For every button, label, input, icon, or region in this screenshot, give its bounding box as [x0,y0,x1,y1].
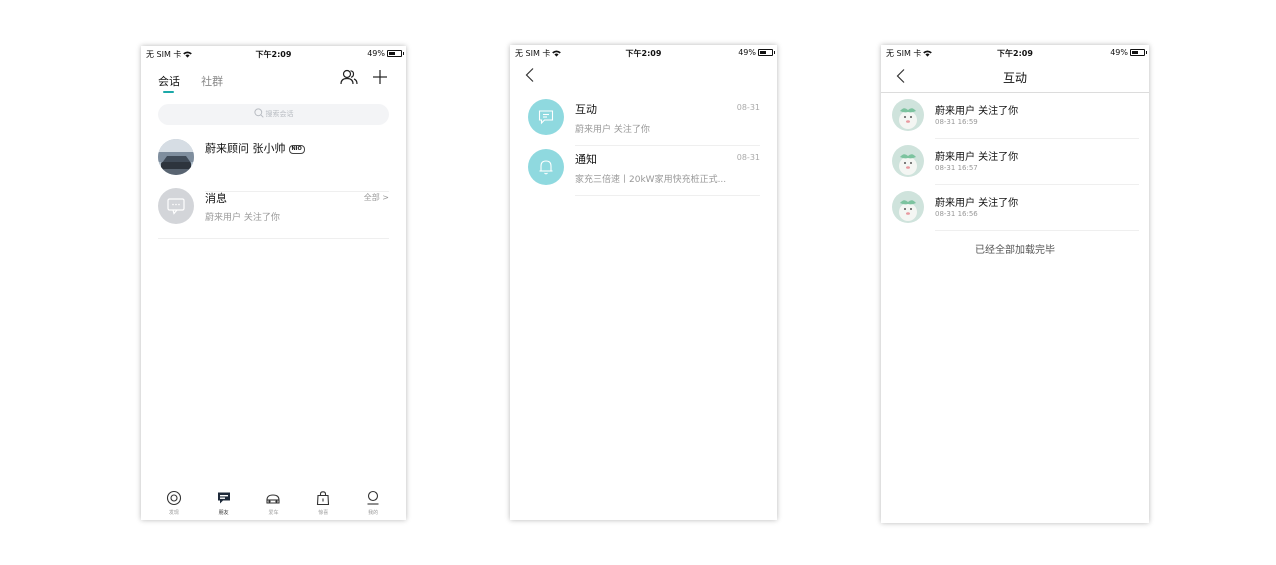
category-date: 08-31 [736,153,760,162]
nio-badge: NIO [288,145,305,154]
category-subtitle: 蔚来用户 关注了你 [575,125,650,135]
back-icon[interactable] [524,67,536,83]
nav-car[interactable]: 爱车 [253,486,293,520]
clock-text: 下午2:09 [997,49,1033,58]
messages-screen: 无 SIM 卡 下午2:09 49% 会话 社群 搜索会话 蔚来顾问 张小帅 NI… [141,46,406,520]
car-icon [266,494,281,504]
bag-icon [317,491,330,506]
notification-item[interactable]: 蔚来用户 关注了你 08-31 16:57 [892,139,1139,185]
notification-text: 蔚来用户 关注了你 [935,198,1019,209]
plus-icon[interactable] [371,68,389,86]
battery-percent: 49% [367,49,385,58]
tab-conversations[interactable]: 会话 [158,73,180,93]
nav-surprise[interactable]: 惊喜 [303,486,343,520]
status-bar: 无 SIM 卡 下午2:09 49% [510,45,777,61]
compass-icon [166,490,181,506]
conversation-item-advisor[interactable]: 蔚来顾问 张小帅 NIO [158,139,389,192]
bottom-nav: 发现 朋友 爱车 惊喜 我的 [141,486,406,520]
search-placeholder: 搜索会话 [265,110,294,118]
search-icon [253,108,264,118]
notification-time: 08-31 16:59 [935,118,978,126]
status-bar: 无 SIM 卡 下午2:09 49% [881,45,1149,61]
conversation-item-messages[interactable]: 消息 蔚来用户 关注了你 全部 > [158,186,389,239]
notification-item[interactable]: 蔚来用户 关注了你 08-31 16:59 [892,93,1139,139]
message-avatar [158,188,194,224]
divider [575,195,760,196]
category-subtitle: 家充三倍速丨20kW家用快充桩正式... [575,175,727,185]
comment-icon [538,110,554,125]
notification-time: 08-31 16:56 [935,210,978,218]
conversation-name: 蔚来顾问 张小帅 [205,142,286,155]
person-icon [367,490,379,505]
category-item-interaction[interactable]: 互动 蔚来用户 关注了你 08-31 [528,96,760,146]
interactions-screen: 无 SIM 卡 下午2:09 49% 互动 蔚来用户 关注了你 08-31 16… [881,45,1149,523]
divider [158,238,389,239]
advisor-avatar [158,139,194,175]
status-bar: 无 SIM 卡 下午2:09 49% [141,46,406,62]
search-input[interactable]: 搜索会话 [158,104,389,125]
notification-time: 08-31 16:57 [935,164,978,172]
user-avatar [892,99,924,131]
nav-discover[interactable]: 发现 [154,486,194,520]
nav-me[interactable]: 我的 [353,486,393,520]
notification-text: 蔚来用户 关注了你 [935,106,1019,117]
conversation-tabs: 会话 社群 [158,70,239,94]
category-item-notification[interactable]: 通知 家充三倍速丨20kW家用快充桩正式... 08-31 [528,146,760,196]
bell-icon [539,160,553,175]
view-all-link[interactable]: 全部 > [364,192,389,203]
category-date: 08-31 [736,103,760,112]
load-complete-text: 已经全部加载完毕 [975,245,1055,256]
conversation-name: 消息 [205,192,227,205]
user-avatar [892,191,924,223]
battery-icon [758,49,775,56]
nav-friends[interactable]: 朋友 [204,486,244,520]
category-name: 互动 [575,103,597,116]
battery-icon [387,50,404,57]
chat-icon [217,492,230,504]
tab-groups[interactable]: 社群 [201,73,223,89]
battery-icon [1130,49,1147,56]
battery-percent: 49% [738,48,756,57]
battery-percent: 49% [1110,48,1128,57]
notification-text: 蔚来用户 关注了你 [935,152,1019,163]
category-name: 通知 [575,153,597,166]
notification-item[interactable]: 蔚来用户 关注了你 08-31 16:56 [892,185,1139,231]
clock-text: 下午2:09 [625,49,662,58]
contacts-icon[interactable] [340,68,358,86]
divider [935,230,1139,231]
conversation-subtitle: 蔚来用户 关注了你 [205,213,280,223]
user-avatar [892,145,924,177]
message-categories-screen: 无 SIM 卡 下午2:09 49% 互动 蔚来用户 关注了你 08-31 通知… [510,45,777,520]
page-title: 互动 [1002,71,1027,85]
